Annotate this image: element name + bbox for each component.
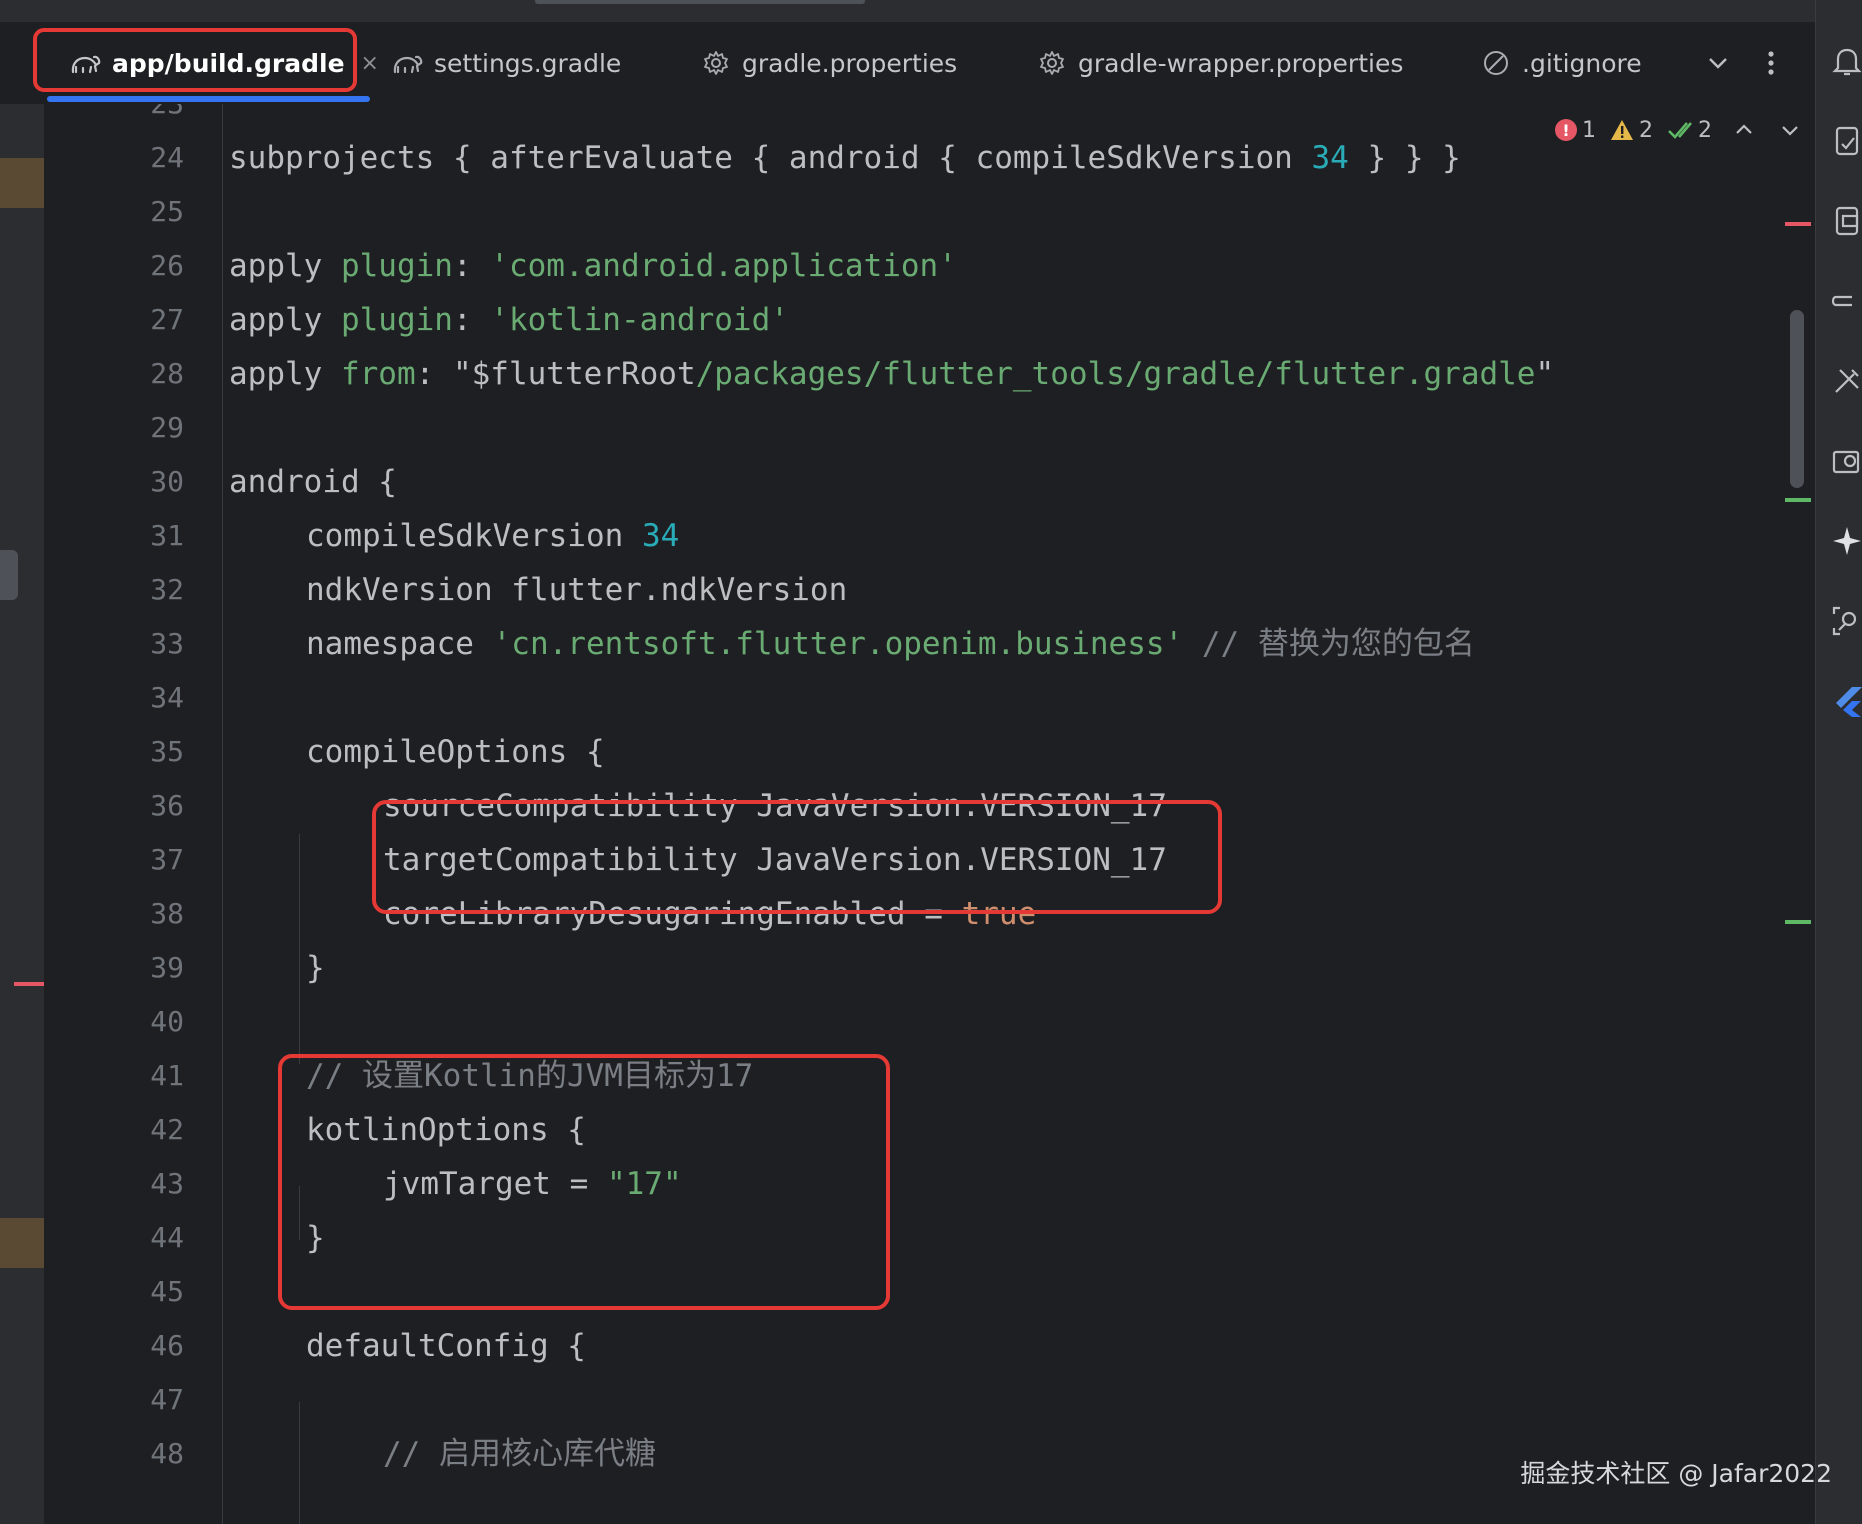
line-number: 23 [100,104,184,131]
line-number: 27 [150,303,184,336]
code-line-28: apply from: "$flutterRoot/packages/flutt… [229,356,1555,392]
tab-gitignore[interactable]: .gitignore [1478,22,1642,104]
code-line-35: compileOptions { [306,734,605,770]
line-number: 35 [150,735,184,768]
line-number: 34 [150,681,184,714]
error-icon: ! [1555,119,1577,141]
vertical-scrollbar[interactable] [1790,310,1804,488]
line-number: 36 [150,789,184,822]
line-number: 44 [150,1221,184,1254]
line-number: 33 [150,627,184,660]
device-manager-icon[interactable] [1830,124,1862,158]
code-line-32: ndkVersion flutter.ndkVersion [306,572,848,608]
line-number: 48 [150,1437,184,1470]
tab-gradle-properties[interactable]: gradle.properties [698,22,957,104]
line-number: 30 [150,465,184,498]
running-devices-icon[interactable] [1830,204,1862,238]
indent-guide [299,834,300,1064]
change-stripe-mark[interactable] [1785,920,1811,924]
tab-label: gradle.properties [742,48,958,78]
tab-label: gradle-wrapper.properties [1078,48,1404,78]
code-line-46: defaultConfig { [306,1328,586,1364]
code-line-48: // 启用核心库代糖 [383,1436,656,1472]
line-number: 47 [150,1383,184,1416]
check-count[interactable]: 2 [1667,118,1712,143]
link-icon[interactable] [1830,284,1862,318]
error-marker [14,982,44,986]
warning-icon [1611,120,1633,140]
line-number: 26 [150,249,184,282]
line-number: 43 [150,1167,184,1200]
close-icon[interactable]: × [361,51,379,76]
tab-settings-gradle[interactable]: settings.gradle [390,22,621,104]
line-number: 28 [150,357,184,390]
code-editor[interactable]: 23 24 25 26 27 28 29 30 31 32 33 34 35 3… [44,104,1815,1524]
inspector-search-icon[interactable] [1830,604,1862,638]
left-tool-gutter [0,104,44,1524]
java-version-highlight-box [372,800,1222,914]
line-number: 32 [150,573,184,606]
tab-list-dropdown[interactable] [1706,22,1730,104]
line-number: 29 [150,411,184,444]
modified-marker [0,158,44,208]
tab-label: .gitignore [1522,48,1642,78]
active-tab-indicator [47,96,370,102]
code-line-30: android { [229,464,397,500]
tab-gradle-wrapper-properties[interactable]: gradle-wrapper.properties [1034,22,1403,104]
build-tools-icon[interactable] [1830,364,1862,398]
watermark-text: 掘金技术社区 @ Jafar2022 [1520,1459,1832,1488]
line-number: 42 [150,1113,184,1146]
line-number: 37 [150,843,184,876]
line-number: 25 [150,195,184,228]
gutter-scroll-pill [0,550,18,600]
gear-icon [698,45,734,81]
tab-label: settings.gradle [434,48,622,78]
more-vertical-icon [1768,51,1774,75]
notifications-bell-icon[interactable] [1830,44,1862,78]
line-number: 46 [150,1329,184,1362]
code-line-27: apply plugin: 'kotlin-android' [229,302,789,338]
ai-sparkle-icon[interactable] [1830,524,1862,558]
double-check-icon [1668,122,1692,139]
line-number: 40 [150,1005,184,1038]
tab-highlight-box [33,28,357,92]
inspection-widget[interactable]: ! 1 2 2 [1555,110,1800,150]
code-line-39: } [306,950,325,986]
chevron-down-icon[interactable] [1780,120,1800,140]
chevron-up-icon[interactable] [1734,120,1754,140]
modified-marker [0,1218,44,1268]
window-top-strip [0,0,1815,22]
image-asset-icon[interactable] [1830,444,1862,478]
gradle-elephant-icon [390,45,426,81]
error-stripe-mark[interactable] [1785,222,1811,226]
line-number: 41 [150,1059,184,1092]
kotlin-options-highlight-box [278,1054,890,1310]
code-line-33: namespace 'cn.rentsoft.flutter.openim.bu… [306,626,1475,662]
line-number: 45 [150,1275,184,1308]
line-number: 24 [150,141,184,174]
warning-count[interactable]: 2 [1610,118,1653,143]
gutter-divider [222,104,223,1524]
code-line-24: subprojects { afterEvaluate { android { … [229,140,1461,176]
ignore-icon [1478,45,1514,81]
gear-icon [1034,45,1070,81]
line-number: 39 [150,951,184,984]
window-drag-notch [535,0,865,4]
code-line-26: apply plugin: 'com.android.application' [229,248,957,284]
line-number: 38 [150,897,184,930]
change-stripe-mark[interactable] [1785,498,1811,502]
chevron-down-icon [1709,58,1727,69]
error-count[interactable]: ! 1 [1555,118,1596,143]
code-line-31: compileSdkVersion 34 [306,518,680,554]
tab-more-menu[interactable] [1766,22,1776,104]
indent-guide [299,1402,300,1524]
right-tool-window-bar [1815,0,1862,1524]
line-number: 31 [150,519,184,552]
flutter-icon[interactable] [1830,684,1862,718]
